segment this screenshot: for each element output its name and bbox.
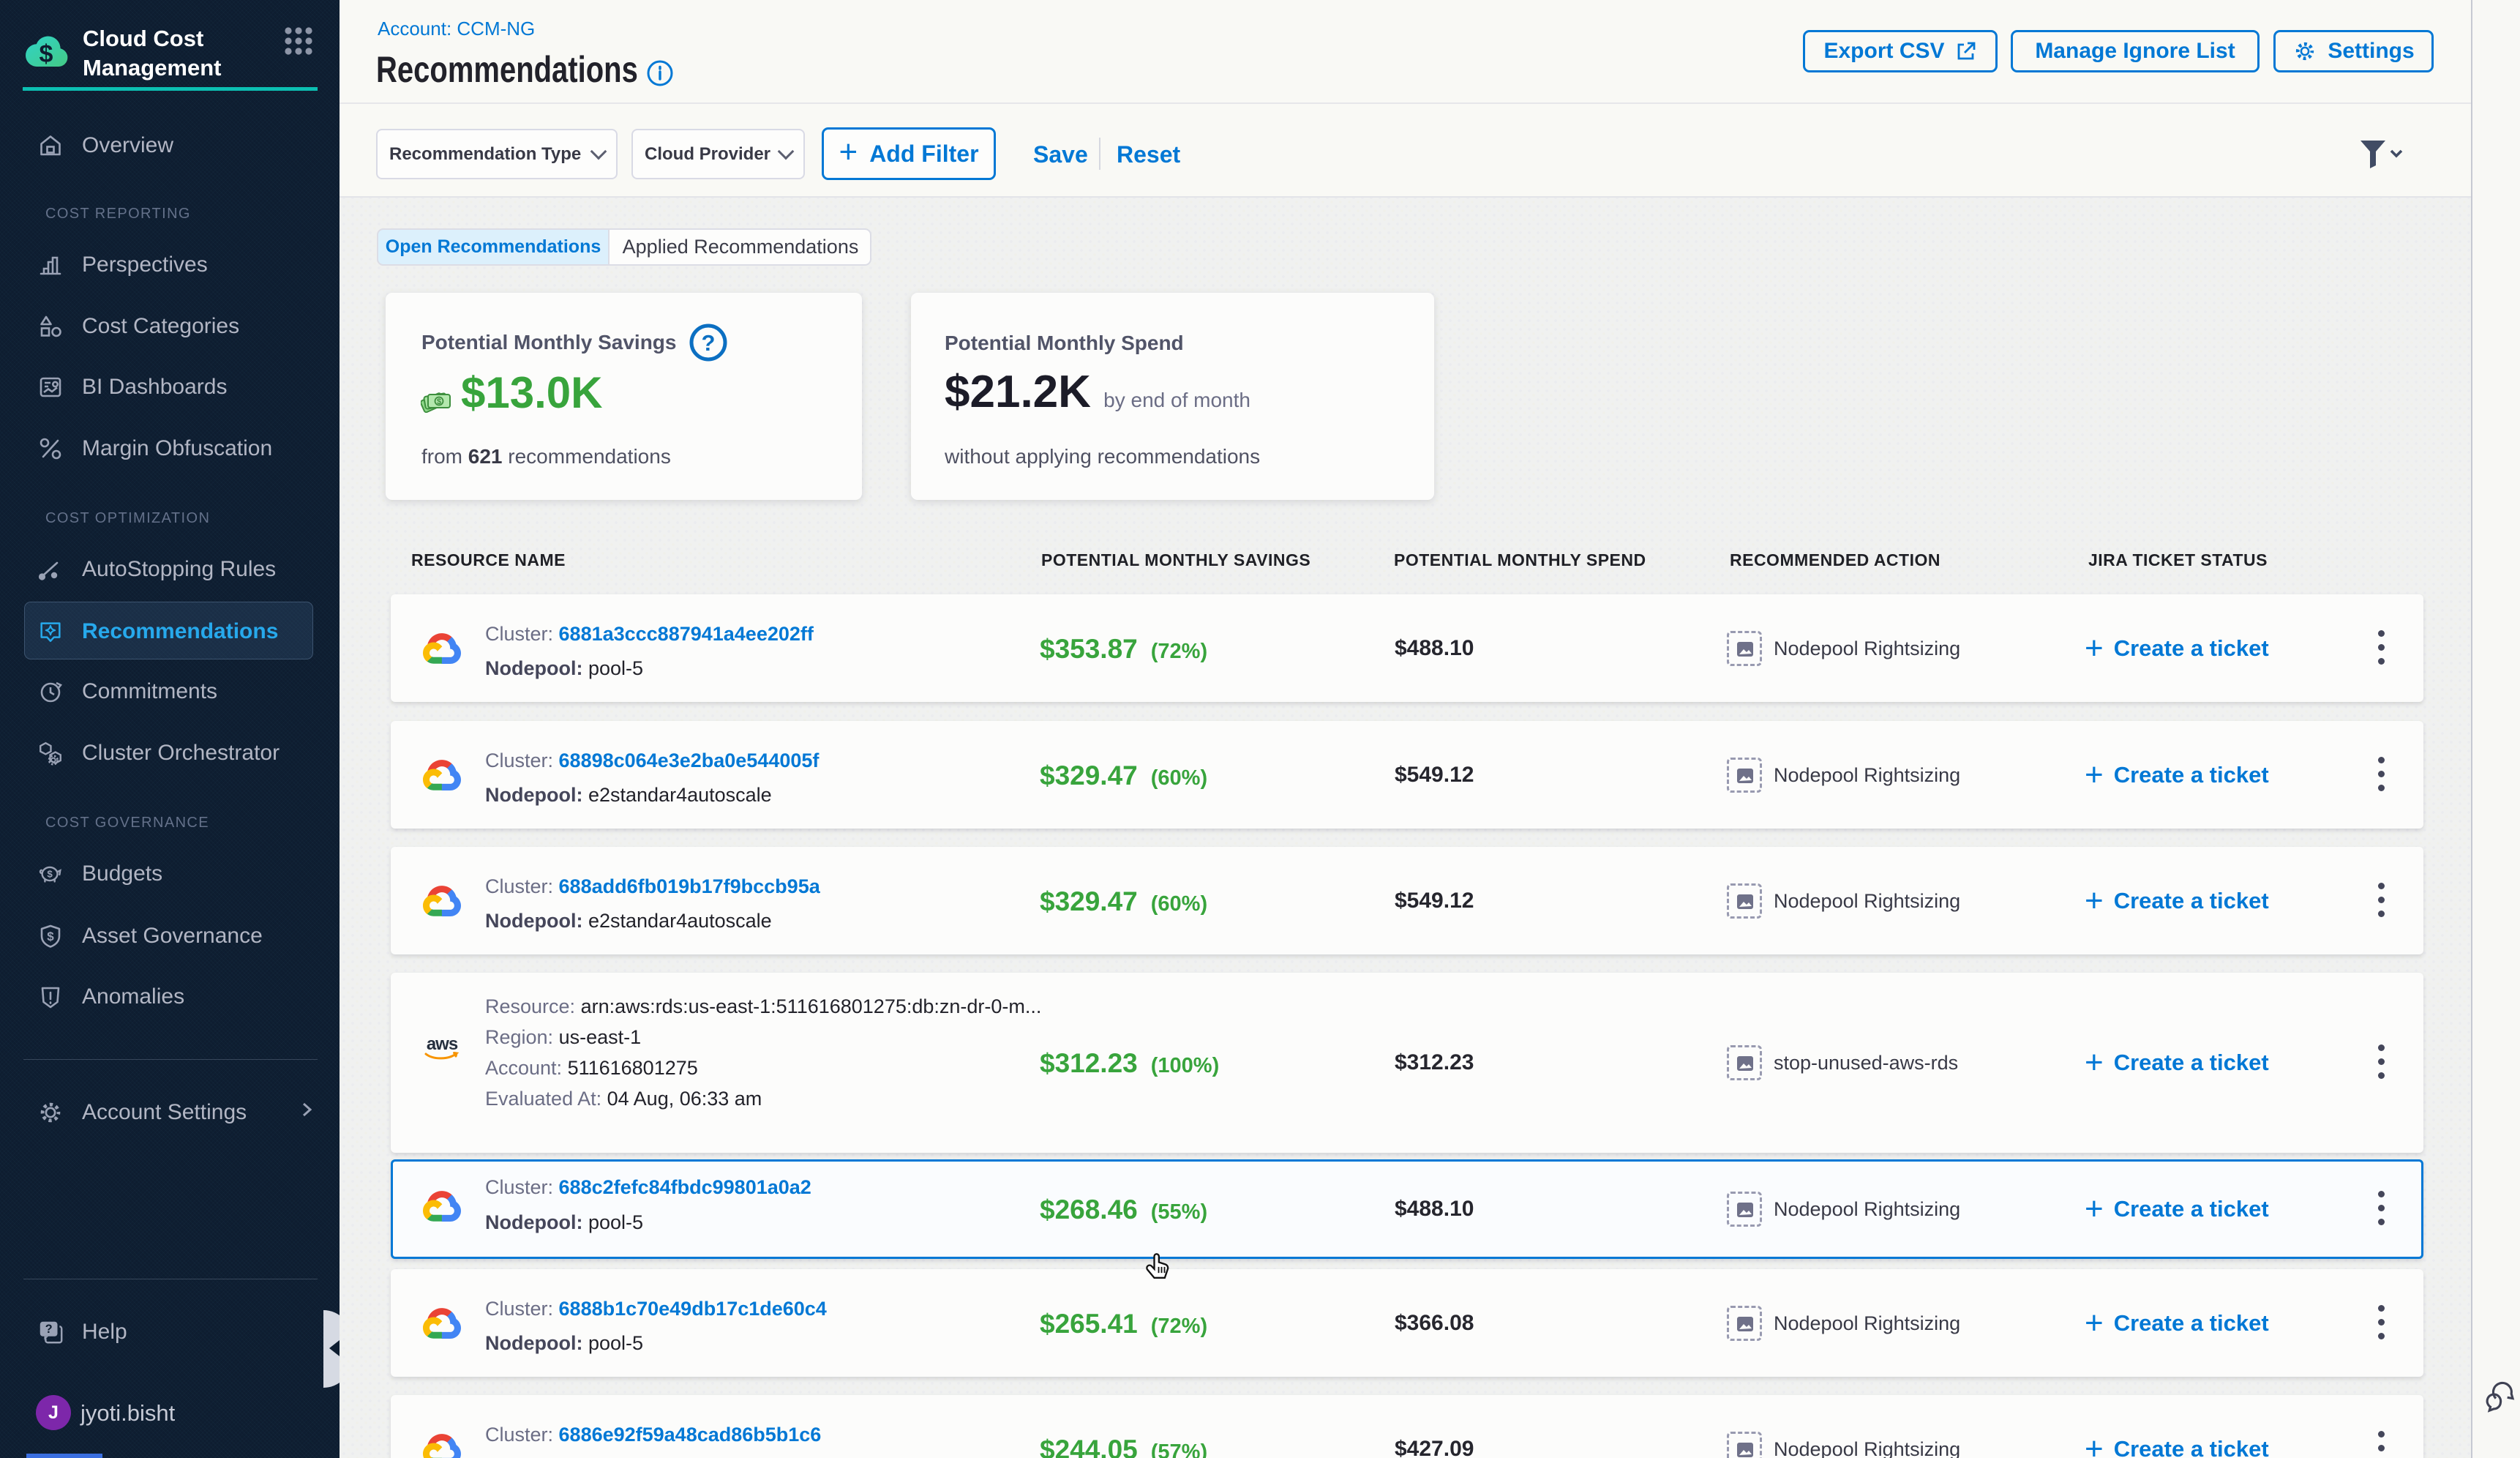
svg-text:$: $ — [47, 930, 54, 943]
svg-text:aws: aws — [427, 1034, 458, 1054]
svg-text:?: ? — [45, 1323, 53, 1336]
svg-text:?: ? — [702, 330, 716, 356]
svg-text:$: $ — [437, 397, 441, 406]
svg-text:$: $ — [47, 868, 53, 879]
svg-text:$: $ — [40, 40, 53, 68]
